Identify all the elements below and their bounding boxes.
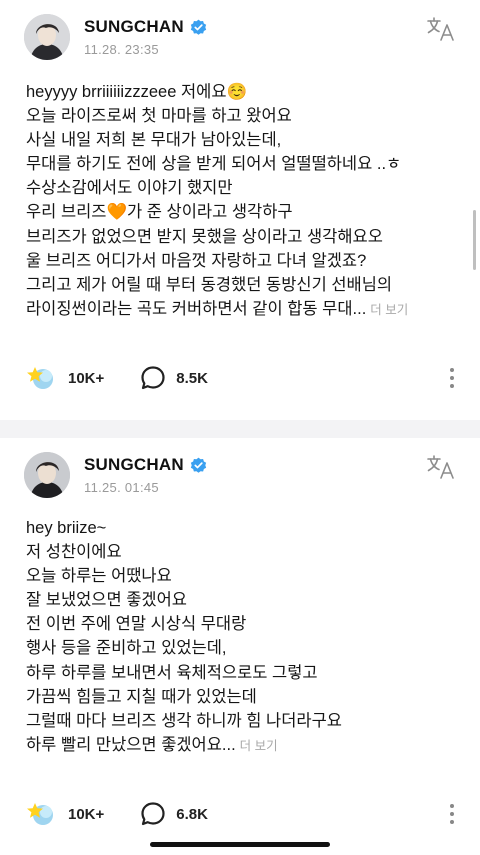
post-line: 라이징썬이라는 곡도 커버하면서 같이 합동 무대... bbox=[26, 299, 367, 318]
post-body[interactable]: hey briize~ 저 성찬이에요 오늘 하루는 어땠나요 잘 보냈었으면 … bbox=[26, 516, 466, 758]
post-line: 오늘 하루는 어땠나요 bbox=[26, 567, 172, 586]
post-line: 가끔씩 힘들고 지칠 때가 있었는데 bbox=[26, 687, 257, 706]
author-name-text: SUNGCHAN bbox=[84, 455, 184, 474]
post-line: hey briize~ bbox=[26, 519, 107, 537]
comment-icon[interactable] bbox=[140, 801, 166, 827]
post-last-line: 하루 빨리 만났으면 좋겠어요... 더 보기 bbox=[26, 733, 466, 758]
post-line: 하루 하루를 보내면서 육체적으로도 그렇고 bbox=[26, 663, 318, 682]
reaction-count: 10K+ bbox=[68, 805, 105, 823]
post-line: 그럴때 마다 브리즈 생각 하니까 힘 나더라구요 bbox=[26, 711, 342, 730]
comment-count: 8.5K bbox=[176, 369, 208, 387]
post-card: SUNGCHAN 11.28. 23:35 heyyyy brriiiiiizz… bbox=[0, 0, 480, 420]
post-line: 무대를 하기도 전에 상을 받게 되어서 얼떨떨하네요 ..ㅎ bbox=[26, 155, 402, 174]
comment-count: 6.8K bbox=[176, 805, 208, 823]
avatar[interactable] bbox=[24, 452, 70, 498]
reaction-icon[interactable] bbox=[26, 364, 56, 392]
author-name-text: SUNGCHAN bbox=[84, 17, 184, 36]
translate-icon[interactable] bbox=[426, 16, 456, 42]
post-line: 잘 보냈었으면 좋겠어요 bbox=[26, 591, 187, 610]
see-more-link[interactable]: 더 보기 bbox=[370, 303, 408, 317]
post-line: 우리 브리즈🧡가 준 상이라고 생각하구 bbox=[26, 203, 293, 222]
post-line: 수상소감에서도 이야기 했지만 bbox=[26, 179, 233, 198]
post-line: 저 성찬이에요 bbox=[26, 543, 122, 562]
reaction-icon[interactable] bbox=[26, 800, 56, 828]
post-body[interactable]: heyyyy brriiiiiizzzeee 저에요☺️ 오늘 라이즈로써 첫 … bbox=[26, 80, 466, 322]
verified-badge-icon bbox=[190, 19, 206, 35]
post-line: 오늘 라이즈로써 첫 마마를 하고 왔어요 bbox=[26, 107, 292, 126]
post-line: 하루 빨리 만났으면 좋겠어요... bbox=[26, 735, 236, 754]
reaction-count: 10K+ bbox=[68, 369, 105, 387]
post-timestamp: 11.25. 01:45 bbox=[84, 480, 159, 495]
author-name[interactable]: SUNGCHAN bbox=[84, 17, 207, 37]
avatar[interactable] bbox=[24, 14, 70, 60]
post-last-line: 라이징썬이라는 곡도 커버하면서 같이 합동 무대... 더 보기 bbox=[26, 297, 466, 322]
post-line: 브리즈가 없었으면 받지 못했을 상이라고 생각해요오 bbox=[26, 227, 383, 246]
post-line: heyyyy brriiiiiizzzeee 저에요☺️ bbox=[26, 83, 248, 101]
scrollbar[interactable] bbox=[473, 210, 476, 270]
verified-badge-icon bbox=[190, 457, 206, 473]
post-line: 전 이번 주에 연말 시상식 무대랑 bbox=[26, 615, 247, 634]
post-divider bbox=[0, 420, 480, 438]
post-actions: 10K+ 6.8K bbox=[26, 800, 456, 828]
more-options-icon[interactable] bbox=[448, 366, 456, 390]
post-line: 울 브리즈 어디가서 마음껏 자랑하고 다녀 알겠죠? bbox=[26, 251, 367, 270]
author-name[interactable]: SUNGCHAN bbox=[84, 455, 207, 475]
post-actions: 10K+ 8.5K bbox=[26, 364, 456, 392]
see-more-link[interactable]: 더 보기 bbox=[240, 739, 278, 753]
comment-icon[interactable] bbox=[140, 365, 166, 391]
translate-icon[interactable] bbox=[426, 454, 456, 480]
post-timestamp: 11.28. 23:35 bbox=[84, 42, 159, 57]
post-line: 그리고 제가 어릴 때 부터 동경했던 동방신기 선배님의 bbox=[26, 275, 393, 294]
post-line: 행사 등을 준비하고 있었는데, bbox=[26, 639, 227, 658]
post-line: 사실 내일 저희 본 무대가 남아있는데, bbox=[26, 131, 282, 150]
post-card: SUNGCHAN 11.25. 01:45 hey briize~ 저 성찬이에… bbox=[0, 438, 480, 855]
more-options-icon[interactable] bbox=[448, 802, 456, 826]
home-indicator[interactable] bbox=[150, 842, 330, 847]
